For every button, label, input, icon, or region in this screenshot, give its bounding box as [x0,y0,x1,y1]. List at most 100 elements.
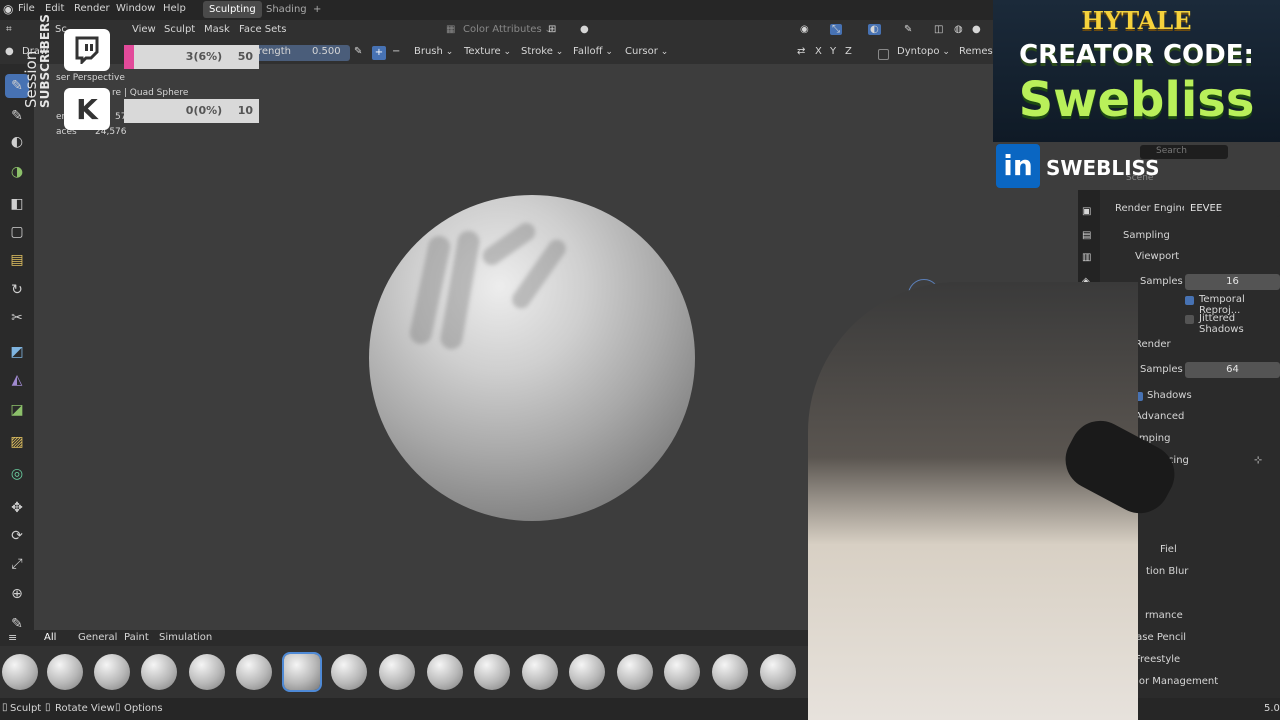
menu-file[interactable]: File [18,3,35,14]
symmetry-icon[interactable]: ⊞ [548,24,556,35]
tab-general[interactable]: General [78,632,117,643]
raytracing-settings-icon[interactable]: ⊹ [1254,455,1262,466]
render-tab-icon[interactable]: ▤ [1082,230,1091,241]
shading-solid-icon[interactable]: ◍ [954,24,963,35]
shading-material-icon[interactable]: ● [972,24,981,35]
transform-gizmo-tool-icon[interactable]: ⊕ [5,582,29,606]
tab-sculpting[interactable]: Sculpting [203,1,262,18]
viewport-samples-field[interactable]: 16 [1185,274,1280,290]
xray-icon[interactable]: ✎ [904,24,912,35]
add-direction-button[interactable]: + [372,46,386,60]
tool-tab-icon[interactable]: ▣ [1082,206,1091,217]
brush-thumbnail-selected[interactable] [282,652,322,692]
menu-edit[interactable]: Edit [45,3,64,14]
visibility-icon[interactable]: ◉ [800,24,809,35]
axis-z-button[interactable]: Z [845,46,852,57]
brush-thumbnail[interactable] [331,654,367,690]
output-tab-icon[interactable]: ▥ [1082,252,1091,263]
subsection-render[interactable]: Render [1135,339,1171,350]
brush-icon[interactable]: ● [5,46,14,57]
section-volumes-fields[interactable]: Fiel [1160,544,1177,555]
brush-thumbnail[interactable] [141,654,177,690]
transform-tool-icon[interactable]: ↻ [5,278,29,302]
brush-thumbnail[interactable] [94,654,130,690]
move-tool-icon[interactable]: ✥ [5,496,29,520]
rotate-tool-icon[interactable]: ⟳ [5,524,29,548]
brush-menu[interactable]: Brush [414,46,453,57]
search-placeholder: Search [1156,146,1187,156]
brush-thumbnail[interactable] [712,654,748,690]
menu-help[interactable]: Help [163,3,186,14]
mask-tool-icon[interactable]: ◧ [5,192,29,216]
brush-thumbnail[interactable] [427,654,463,690]
cursor-menu[interactable]: Cursor [625,46,668,57]
brush-thumbnail[interactable] [379,654,415,690]
add-workspace-button[interactable]: + [307,1,327,18]
pen-pressure-icon[interactable]: ✎ [354,46,362,57]
brush-thumbnail[interactable] [617,654,653,690]
brush-thumbnail[interactable] [236,654,272,690]
section-advanced[interactable]: Advanced [1135,411,1184,422]
brush-thumbnail[interactable] [760,654,796,690]
color-attributes-icon[interactable]: ▦ [446,24,455,35]
record-icon[interactable]: ● [580,24,589,35]
section-shadows[interactable]: Shadows [1147,390,1192,401]
axis-y-button[interactable]: Y [830,46,836,57]
section-grease-pencil[interactable]: ease Pencil [1130,632,1186,643]
menu-render[interactable]: Render [74,3,110,14]
section-freestyle[interactable]: Freestyle [1135,654,1180,665]
brush-thumbnail[interactable] [189,654,225,690]
axis-x-button[interactable]: X [815,46,822,57]
texture-menu[interactable]: Texture [464,46,511,57]
section-motion-blur[interactable]: tion Blur [1146,566,1188,577]
brush-thumbnail[interactable] [47,654,83,690]
color-attributes-dropdown[interactable]: Color Attributes [463,24,552,35]
status-options: Options [124,703,163,714]
section-performance[interactable]: rmance [1145,610,1183,621]
menu-mask[interactable]: Mask [204,24,230,35]
tab-shading[interactable]: Shading [260,1,313,18]
paint-tool-icon[interactable]: ◑ [5,160,29,184]
overlay-icon[interactable]: ◐ [868,24,881,35]
subsection-viewport[interactable]: Viewport [1135,251,1179,262]
tab-simulation[interactable]: Simulation [159,632,212,643]
sculpt-sphere[interactable] [369,195,695,521]
dyntopo-checkbox[interactable] [878,49,889,60]
brush-thumbnail[interactable] [474,654,510,690]
brush-thumbnail[interactable] [664,654,700,690]
jittered-shadows-checkbox[interactable] [1185,315,1194,324]
dyntopo-menu[interactable]: Dyntopo [897,46,950,57]
hamburger-icon[interactable]: ≡ [8,631,17,644]
stroke-menu[interactable]: Stroke [521,46,563,57]
box-mask-tool-icon[interactable]: ▢ [5,220,29,244]
edit-face-set-tool-icon[interactable]: ◎ [5,462,29,486]
render-samples-field[interactable]: 64 [1185,362,1280,378]
subtract-direction-button[interactable]: − [392,46,400,57]
brush-thumbnail[interactable] [522,654,558,690]
menu-sculpt[interactable]: Sculpt [164,24,195,35]
menu-view[interactable]: View [132,24,156,35]
mirror-icon[interactable]: ⇄ [797,46,805,57]
mesh-filter-tool-icon[interactable]: ◭ [5,368,29,392]
cloth-filter-tool-icon[interactable]: ◪ [5,398,29,422]
temporal-reprojection-checkbox[interactable] [1185,296,1194,305]
brush-thumbnail[interactable] [569,654,605,690]
box-hide-tool-icon[interactable]: ▤ [5,248,29,272]
brush-thumbnail[interactable] [2,654,38,690]
gizmo-icon[interactable]: ⤡ [830,24,842,35]
shading-wireframe-icon[interactable]: ◫ [934,24,943,35]
tab-all[interactable]: All [44,632,56,643]
tab-paint[interactable]: Paint [124,632,149,643]
clay-tool-icon[interactable]: ◐ [5,130,29,154]
blender-logo-icon[interactable]: ◉ [3,2,13,16]
line-project-tool-icon[interactable]: ✂ [5,306,29,330]
render-engine-dropdown[interactable]: EEVEE [1184,201,1280,217]
face-set-tool-icon[interactable]: ◩ [5,340,29,364]
menu-window[interactable]: Window [116,3,155,14]
section-sampling[interactable]: Sampling [1123,230,1170,241]
menu-face-sets[interactable]: Face Sets [239,24,286,35]
color-filter-tool-icon[interactable]: ▨ [5,430,29,454]
scale-tool-icon[interactable]: ⤢ [5,552,29,576]
editor-type-icon[interactable]: ⌗ [6,24,12,35]
falloff-menu[interactable]: Falloff [573,46,613,57]
